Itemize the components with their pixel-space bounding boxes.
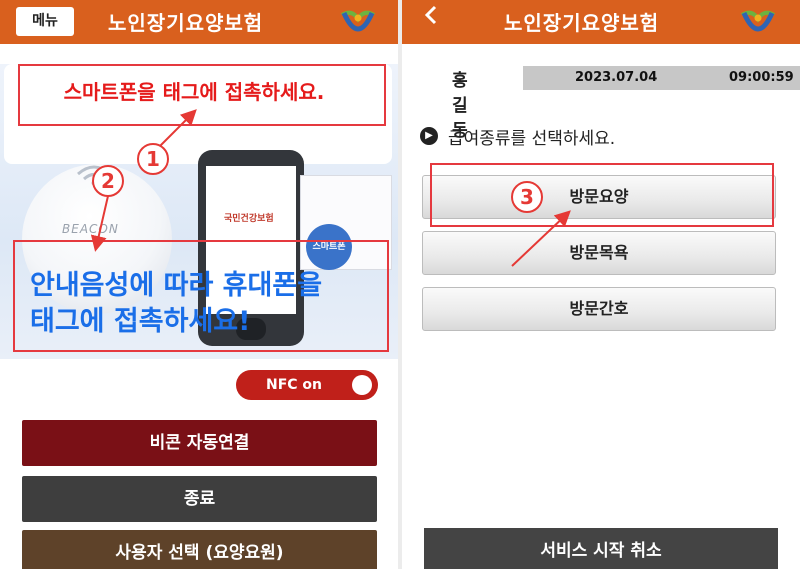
step-badge-3: 3 [511,181,543,213]
exit-button[interactable]: 종료 [22,476,377,522]
prompt-text: 급여종류를 선택하세요. [448,129,616,149]
arrow-right-circle-icon: ▶ [420,127,438,145]
app-header: 메뉴 노인장기요양보험 [0,0,398,44]
back-button[interactable] [424,4,438,32]
instruction-line-1: 안내음성에 따라 휴대폰을 [30,270,323,301]
select-user-button[interactable]: 사용자 선택 (요양요원) [22,530,377,569]
cancel-service-button[interactable]: 서비스 시작 취소 [424,528,778,569]
beacon-connect-button[interactable]: 비콘 자동연결 [22,420,377,466]
nfc-toggle-label: NFC on [266,377,323,393]
date-text: 2023.07.04 [575,70,658,85]
instruction-top-text: 스마트폰을 태그에 접촉하세요. [63,80,325,104]
left-screen: 메뉴 노인장기요양보험 BEACON 국민건강보험 스마트폰 스마트폰을 태그에… [0,0,398,569]
service-visit-bath-button[interactable]: 방문목욕 [422,231,776,275]
screen-brand-text: 국민건강보험 [224,214,274,224]
datetime-bar: 2023.07.04 09:00:59 [523,66,800,90]
instruction-line-2: 태그에 접촉하세요! [30,306,251,337]
app-title: 노인장기요양보험 [504,11,660,35]
app-header: 노인장기요양보험 [402,0,800,44]
beacon-label: BEACON [62,222,119,236]
step-badge-1: 1 [137,143,169,175]
app-title: 노인장기요양보험 [108,11,264,35]
app-logo-icon [340,10,376,32]
nfc-toggle[interactable]: NFC on [236,370,378,400]
chevron-left-icon [424,5,437,25]
highlight-box-service [430,163,774,227]
instruction-main-text: 안내음성에 따라 휴대폰을 태그에 접촉하세요! [30,268,390,340]
step-badge-2: 2 [92,165,124,197]
time-text: 09:00:59 [729,70,794,85]
toggle-knob-icon [352,375,372,395]
menu-button[interactable]: 메뉴 [16,7,74,36]
app-logo-icon [740,10,776,32]
right-screen: 노인장기요양보험 홍길동 2023.07.04 09:00:59 ▶ 급여종류를… [402,0,800,569]
service-visit-nursing-button[interactable]: 방문간호 [422,287,776,331]
